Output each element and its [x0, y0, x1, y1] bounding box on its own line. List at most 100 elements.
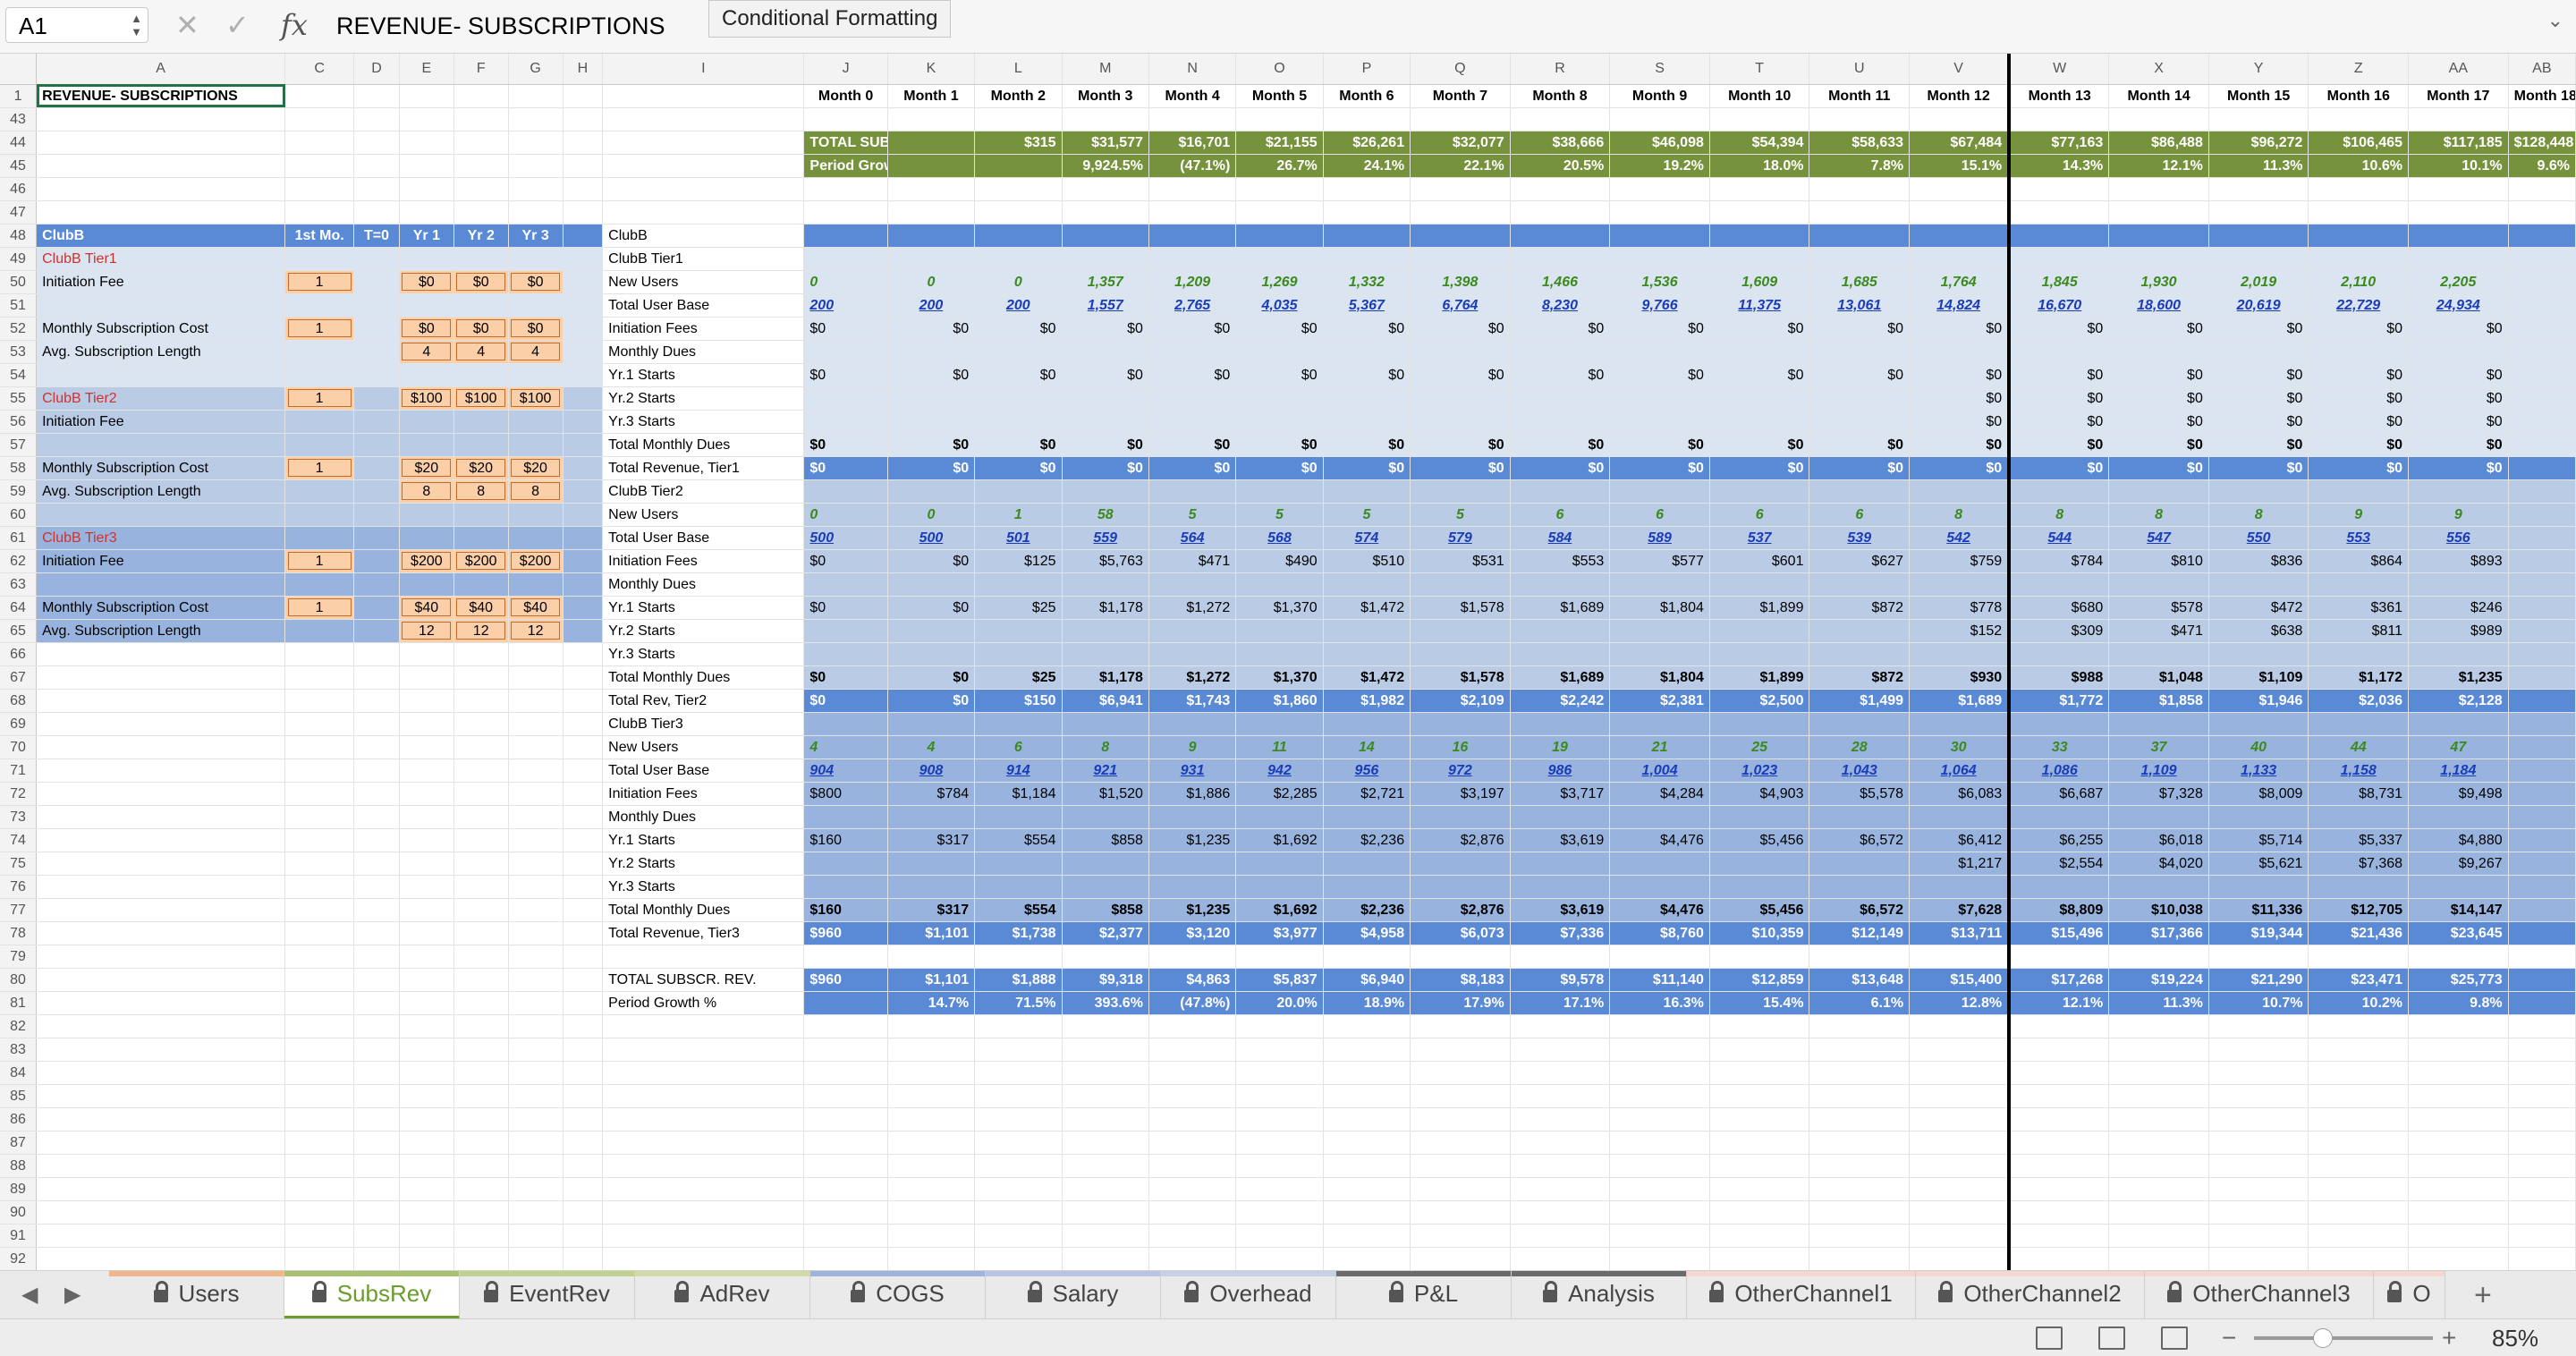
- cell[interactable]: [1609, 1038, 1710, 1062]
- prev-sheet-icon[interactable]: ◀: [21, 1271, 38, 1319]
- cell[interactable]: [563, 735, 604, 759]
- column-header[interactable]: W: [2009, 54, 2110, 85]
- sheet-tab-eventrev[interactable]: EventRev: [460, 1271, 635, 1319]
- cell[interactable]: [1062, 1154, 1149, 1178]
- cell[interactable]: [803, 1247, 888, 1271]
- cell[interactable]: $0: [1909, 363, 2012, 387]
- cell[interactable]: [1510, 852, 1611, 876]
- cell[interactable]: [1510, 107, 1611, 131]
- cell[interactable]: [563, 1224, 604, 1248]
- cell[interactable]: [2308, 945, 2410, 969]
- cell[interactable]: [1809, 1131, 1911, 1155]
- cell[interactable]: Period Growth %: [602, 991, 805, 1015]
- cell[interactable]: 931: [1148, 759, 1237, 783]
- cell[interactable]: Total User Base: [602, 293, 805, 318]
- cell[interactable]: 908: [887, 759, 976, 783]
- cell[interactable]: [974, 945, 1063, 969]
- cell[interactable]: $7,628: [1909, 898, 2012, 922]
- cell[interactable]: [2508, 363, 2576, 387]
- cell[interactable]: [284, 968, 355, 992]
- cell[interactable]: $6,255: [2009, 828, 2110, 852]
- cell[interactable]: [1235, 1107, 1324, 1131]
- cell[interactable]: [1510, 945, 1611, 969]
- cell[interactable]: [353, 875, 400, 899]
- cell[interactable]: Yr 2: [453, 224, 509, 248]
- cell[interactable]: $0: [803, 665, 888, 690]
- cell[interactable]: $0: [1609, 317, 1710, 341]
- cell[interactable]: [1709, 1154, 1810, 1178]
- cell[interactable]: [353, 852, 400, 876]
- cell[interactable]: [2308, 1131, 2410, 1155]
- cell[interactable]: [1909, 177, 2012, 201]
- cell[interactable]: [1510, 1061, 1611, 1085]
- cell[interactable]: [1148, 410, 1237, 434]
- cell[interactable]: $0: [1909, 410, 2012, 434]
- cell[interactable]: [284, 805, 355, 829]
- cell[interactable]: [353, 805, 400, 829]
- cell[interactable]: [2508, 526, 2576, 550]
- cell[interactable]: [453, 1014, 509, 1038]
- cell[interactable]: [2408, 1084, 2509, 1108]
- cell[interactable]: 9: [2408, 503, 2509, 527]
- cell[interactable]: [602, 1107, 805, 1131]
- cell[interactable]: [602, 945, 805, 969]
- cell[interactable]: [1809, 642, 1911, 666]
- cell[interactable]: [453, 107, 509, 131]
- cell[interactable]: [1510, 619, 1611, 643]
- cell[interactable]: $0: [1148, 317, 1237, 341]
- cell[interactable]: $0: [2009, 317, 2110, 341]
- cell[interactable]: [508, 247, 564, 271]
- cell[interactable]: [1148, 200, 1237, 225]
- cell[interactable]: $0: [803, 689, 888, 713]
- cell[interactable]: [563, 712, 604, 736]
- cell[interactable]: [1909, 1061, 2012, 1085]
- cell[interactable]: 8,230: [1510, 293, 1611, 318]
- cell[interactable]: 200: [887, 293, 976, 318]
- cell[interactable]: $0: [1323, 363, 1411, 387]
- cell[interactable]: [1323, 1154, 1411, 1178]
- cell[interactable]: $0: [974, 363, 1063, 387]
- cell[interactable]: [803, 1061, 888, 1085]
- cell[interactable]: [353, 828, 400, 852]
- cell[interactable]: [803, 224, 888, 248]
- cell[interactable]: [1909, 1177, 2012, 1201]
- row-header[interactable]: 55: [0, 386, 38, 411]
- row-header[interactable]: 53: [0, 340, 38, 364]
- row-header[interactable]: 52: [0, 317, 38, 341]
- cell[interactable]: [508, 642, 564, 666]
- cell[interactable]: [1062, 107, 1149, 131]
- page-break-icon[interactable]: [2161, 1326, 2188, 1350]
- sheet-tab-salary[interactable]: Salary: [986, 1271, 1161, 1319]
- cell[interactable]: [2208, 1084, 2309, 1108]
- cell[interactable]: [399, 1014, 454, 1038]
- cell[interactable]: [2508, 1038, 2576, 1062]
- cell[interactable]: [2308, 572, 2410, 597]
- cell[interactable]: Month 13: [2009, 84, 2110, 108]
- cell[interactable]: [1510, 1084, 1611, 1108]
- cell[interactable]: $25: [974, 665, 1063, 690]
- cell[interactable]: 2,765: [1148, 293, 1237, 318]
- row-header[interactable]: 57: [0, 433, 38, 457]
- cell[interactable]: $1,899: [1709, 596, 1810, 620]
- cell[interactable]: Yr 1: [399, 224, 454, 248]
- cell[interactable]: 24,934: [2408, 293, 2509, 318]
- cell[interactable]: 5,367: [1323, 293, 1411, 318]
- cell[interactable]: [284, 503, 355, 527]
- add-sheet-button[interactable]: +: [2474, 1271, 2492, 1319]
- cell[interactable]: [453, 968, 509, 992]
- row-header[interactable]: 46: [0, 177, 38, 201]
- cell[interactable]: $5,763: [1062, 549, 1149, 573]
- zoom-slider[interactable]: [2254, 1336, 2433, 1340]
- cell[interactable]: $21,155: [1235, 131, 1324, 155]
- cell[interactable]: $315: [974, 131, 1063, 155]
- cell[interactable]: $0: [887, 549, 976, 573]
- cell[interactable]: [1609, 200, 1710, 225]
- cell[interactable]: 14,824: [1909, 293, 2012, 318]
- cell[interactable]: Yr.1 Starts: [602, 596, 805, 620]
- cell[interactable]: [36, 898, 286, 922]
- cell[interactable]: [1235, 642, 1324, 666]
- row-header[interactable]: 45: [0, 154, 38, 178]
- cell[interactable]: [1510, 479, 1611, 504]
- cell[interactable]: [508, 805, 564, 829]
- cell[interactable]: 20,619: [2208, 293, 2309, 318]
